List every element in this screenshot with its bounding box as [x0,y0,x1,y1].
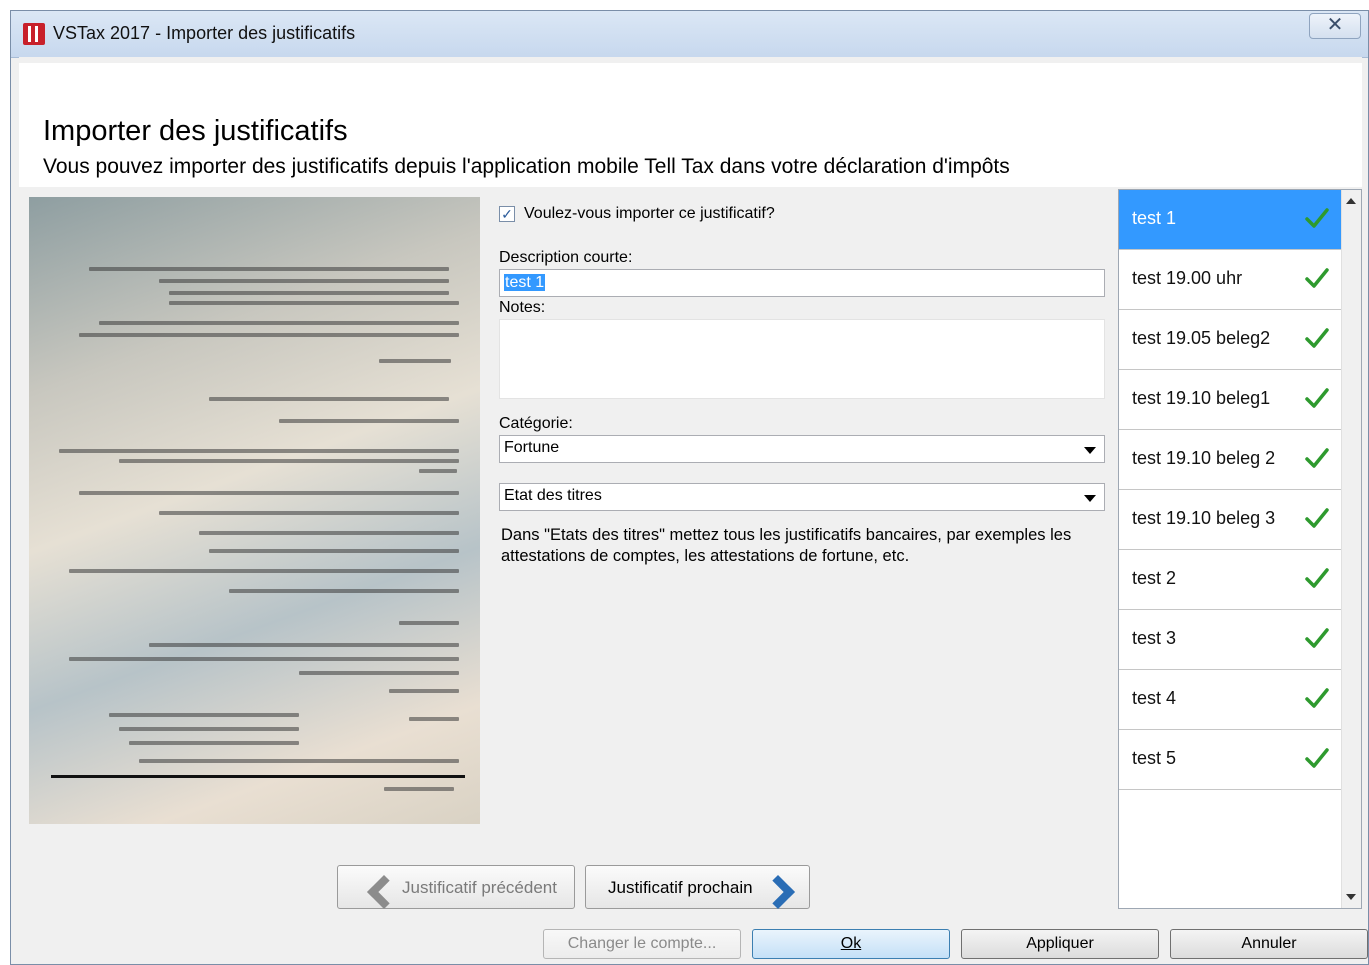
page-subtitle: Vous pouvez importer des justificatifs d… [43,155,1010,178]
next-receipt-button[interactable]: Justificatif prochain [585,865,810,909]
description-label: Description courte: [499,249,633,266]
receipt-list-item[interactable]: test 19.05 beleg2 [1119,310,1341,370]
receipt-list-item[interactable]: test 19.10 beleg 2 [1119,430,1341,490]
ok-button[interactable]: Ok [752,929,950,959]
chevron-down-icon [1084,447,1096,454]
page-title: Importer des justificatifs [43,115,348,147]
receipt-list-scrollbar[interactable] [1341,190,1361,908]
close-button[interactable]: ✕ [1309,13,1361,39]
receipt-item-label: test 19.10 beleg1 [1132,388,1271,408]
receipt-preview-image [29,197,480,824]
check-icon [1305,688,1329,708]
cancel-button[interactable]: Annuler [1170,929,1368,959]
scroll-up-arrow[interactable] [1346,198,1356,204]
receipt-item-label: test 5 [1132,748,1177,768]
import-dialog-window: VSTax 2017 - Importer des justificatifs … [10,10,1369,965]
apply-button[interactable]: Appliquer [961,929,1159,959]
subcategory-value: Etat des titres [504,487,602,504]
subcategory-dropdown[interactable]: Etat des titres [499,483,1105,511]
change-account-button[interactable]: Changer le compte... [543,929,741,959]
category-help-text: Dans "Etats des titres" mettez tous les … [501,526,1072,565]
next-receipt-label: Justificatif prochain [608,878,753,897]
receipt-list-item[interactable]: test 5 [1119,730,1341,790]
check-icon [1305,748,1329,768]
notes-label: Notes: [499,299,546,316]
category-dropdown[interactable]: Fortune [499,435,1105,463]
category-label: Catégorie: [499,415,573,432]
dialog-header: Importer des justificatifs Vous pouvez i… [19,63,1362,187]
receipt-item-label: test 19.10 beleg 3 [1132,508,1276,528]
ok-label: Ok [840,935,862,952]
receipt-item-label: test 19.00 uhr [1132,268,1243,288]
receipt-list-item[interactable]: test 4 [1119,670,1341,730]
chevron-left-icon [367,875,401,909]
receipt-item-label: test 1 [1132,208,1177,228]
chevron-down-icon [1084,495,1096,502]
check-icon [1305,388,1329,408]
receipt-list-item[interactable]: test 19.10 beleg1 [1119,370,1341,430]
window-title: VSTax 2017 - Importer des justificatifs [53,23,356,43]
previous-receipt-label: Justificatif précédent [402,878,557,897]
scroll-down-arrow[interactable] [1346,894,1356,900]
receipt-list-item[interactable]: test 19.10 beleg 3 [1119,490,1341,550]
import-checkbox-label: Voulez-vous importer ce justificatif? [524,205,775,222]
description-input[interactable]: test 1 [499,269,1105,297]
receipt-list[interactable]: test 1 test 19.00 uhr test 19.05 beleg2 tes… [1118,189,1362,909]
vstax-app-icon [23,23,45,45]
check-icon [1305,328,1329,348]
cancel-label: Annuler [1241,935,1297,952]
title-bar[interactable]: VSTax 2017 - Importer des justificatifs … [11,11,1368,58]
description-value: test 1 [504,274,546,291]
receipt-item-label: test 3 [1132,628,1177,648]
receipt-item-label: test 19.10 beleg 2 [1132,448,1276,468]
check-icon [1305,208,1329,228]
apply-label: Appliquer [1026,935,1094,952]
check-icon [1305,568,1329,588]
receipt-list-item[interactable]: test 1 [1119,190,1341,250]
receipt-item-label: test 19.05 beleg2 [1132,328,1271,348]
check-icon [1305,628,1329,648]
notes-textarea[interactable] [499,319,1105,399]
previous-receipt-button[interactable]: Justificatif précédent [337,865,575,909]
receipt-list-item[interactable]: test 3 [1119,610,1341,670]
chevron-right-icon [761,875,795,909]
import-checkbox[interactable]: ✓ [499,206,515,222]
receipt-item-label: test 4 [1132,688,1177,708]
receipt-item-label: test 2 [1132,568,1177,588]
category-value: Fortune [504,439,560,456]
receipt-list-item[interactable]: test 19.00 uhr [1119,250,1341,310]
receipt-list-item[interactable]: test 2 [1119,550,1341,610]
close-icon: ✕ [1326,14,1344,36]
dialog-content: Importer des justificatifs Vous pouvez i… [19,57,1368,959]
check-icon [1305,448,1329,468]
check-icon [1305,268,1329,288]
check-icon [1305,508,1329,528]
